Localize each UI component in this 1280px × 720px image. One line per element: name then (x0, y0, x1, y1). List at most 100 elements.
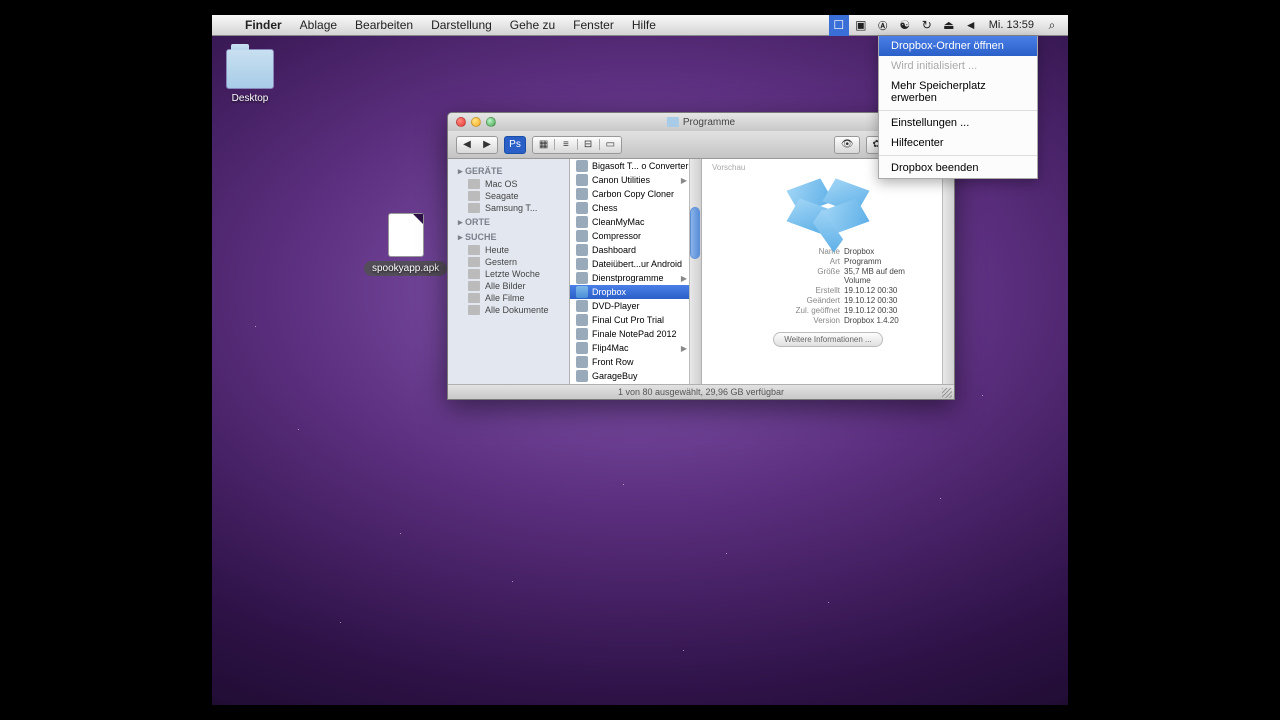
close-button[interactable] (456, 117, 466, 127)
file-item[interactable]: Dienstprogramme▶ (570, 271, 701, 285)
spotlight-icon[interactable]: ⌕ (1042, 18, 1062, 33)
preview-value: Programm (844, 257, 914, 266)
menu-hilfe[interactable]: Hilfe (623, 18, 665, 32)
view-switcher[interactable]: ▦≡⊟▭ (532, 136, 622, 154)
file-name: Final Cut Pro Trial (592, 315, 664, 325)
dropbox-menu-preferences[interactable]: Einstellungen ... (879, 113, 1037, 133)
disclosure-arrow-icon: ▶ (681, 274, 687, 283)
file-name: Dropbox (592, 287, 626, 297)
file-item[interactable]: CleanMyMac (570, 215, 701, 229)
sidebar-item[interactable]: Alle Filme (448, 292, 569, 304)
menu-darstellung[interactable]: Darstellung (422, 18, 501, 32)
sidebar-item[interactable]: Mac OS (448, 178, 569, 190)
menu-fenster[interactable]: Fenster (564, 18, 623, 32)
file-item[interactable]: Chess (570, 201, 701, 215)
menubar-clock[interactable]: Mi. 13:59 (983, 19, 1040, 31)
sidebar-item[interactable]: Seagate (448, 190, 569, 202)
file-name: Canon Utilities (592, 175, 650, 185)
path-button[interactable]: Ps (504, 136, 526, 154)
sidebar-item-icon (468, 257, 480, 267)
file-name: Flip4Mac (592, 343, 629, 353)
preview-row: Geändert19.10.12 00:30 (712, 296, 944, 305)
preview-row: Erstellt19.10.12 00:30 (712, 286, 944, 295)
sidebar-item-label: Mac OS (485, 179, 518, 189)
sync-tray-icon[interactable]: ☯ (895, 18, 915, 32)
file-item[interactable]: Dateiübert...ur Android (570, 257, 701, 271)
sidebar-item[interactable]: Gestern (448, 256, 569, 268)
sidebar-item[interactable]: Samsung T... (448, 202, 569, 214)
file-item[interactable]: Dashboard (570, 243, 701, 257)
more-info-button[interactable]: Weitere Informationen ... (773, 332, 882, 347)
file-item[interactable]: Dropbox (570, 285, 701, 299)
preview-value: Dropbox (844, 247, 914, 256)
menu-gehe-zu[interactable]: Gehe zu (501, 18, 564, 32)
file-item[interactable]: GarageBuy (570, 369, 701, 383)
finder-preview: Vorschau NameDropboxArtProgrammGröße35,7… (702, 159, 954, 384)
scrollbar[interactable] (689, 159, 701, 384)
file-item[interactable]: Bigasoft T... o Converter (570, 159, 701, 173)
scroll-thumb[interactable] (690, 207, 700, 259)
dropbox-menu-quit[interactable]: Dropbox beenden (879, 158, 1037, 178)
app-icon (576, 216, 588, 228)
sidebar-section-head[interactable]: ▸ ORTE (448, 214, 569, 229)
menubar: Finder Ablage Bearbeiten Darstellung Geh… (212, 15, 1068, 36)
menu-ablage[interactable]: Ablage (291, 18, 346, 32)
file-name: Bigasoft T... o Converter (592, 161, 688, 171)
dropbox-tray-icon[interactable]: ☐ (829, 15, 849, 36)
preview-value: 35,7 MB auf dem Volume (844, 267, 914, 285)
sidebar-section-head[interactable]: ▸ SUCHE (448, 229, 569, 244)
sidebar-item-icon (468, 191, 480, 201)
resize-handle[interactable] (942, 388, 952, 398)
preview-key: Geändert (807, 296, 840, 305)
file-item[interactable]: Finale NotePad 2012 (570, 327, 701, 341)
sidebar-item-label: Alle Filme (485, 293, 525, 303)
file-item[interactable]: DVD-Player (570, 299, 701, 313)
sidebar-item-label: Samsung T... (485, 203, 537, 213)
menu-bearbeiten[interactable]: Bearbeiten (346, 18, 422, 32)
eject-tray-icon[interactable]: ⏏ (939, 18, 959, 32)
sidebar-item-label: Alle Dokumente (485, 305, 549, 315)
file-item[interactable]: Final Cut Pro Trial (570, 313, 701, 327)
dropbox-menu-open-folder[interactable]: Dropbox-Ordner öffnen (879, 36, 1037, 56)
display-tray-icon[interactable]: ▣ (851, 18, 871, 32)
sidebar-section-head[interactable]: ▸ GERÄTE (448, 163, 569, 178)
preview-row: Zul. geöffnet19.10.12 00:30 (712, 306, 944, 315)
sidebar-item[interactable]: Letzte Woche (448, 268, 569, 280)
finder-sidebar: ▸ GERÄTEMac OS Seagate Samsung T...▸ ORTE▸… (448, 159, 570, 384)
desktop-file-apk[interactable]: spookyapp.apk (364, 213, 447, 276)
dropbox-app-icon (792, 179, 864, 239)
file-item[interactable]: Flip4Mac▶ (570, 341, 701, 355)
zoom-button[interactable] (486, 117, 496, 127)
preview-heading: Vorschau (712, 163, 745, 172)
dropbox-menu-initializing: Wird initialisiert ... (879, 56, 1037, 76)
app-icon (576, 258, 588, 270)
preview-row: VersionDropbox 1.4.20 (712, 316, 944, 325)
sidebar-item[interactable]: Heute (448, 244, 569, 256)
sidebar-item[interactable]: Alle Bilder (448, 280, 569, 292)
file-item[interactable]: Canon Utilities ▶ (570, 173, 701, 187)
sidebar-item-label: Seagate (485, 191, 519, 201)
desktop-folder-label: Desktop (226, 93, 274, 104)
app-menu[interactable]: Finder (236, 18, 291, 32)
file-item[interactable]: Compressor (570, 229, 701, 243)
nav-back-forward[interactable]: ◀▶ (456, 136, 498, 154)
dropbox-menu-more-space[interactable]: Mehr Speicherplatz erwerben (879, 76, 1037, 108)
timemachine-tray-icon[interactable]: ↻ (917, 18, 937, 32)
menu-separator (879, 155, 1037, 156)
file-item[interactable]: Carbon Copy Cloner (570, 187, 701, 201)
desktop-folder[interactable]: Desktop (226, 49, 274, 104)
app-icon (576, 356, 588, 368)
disclosure-arrow-icon: ▶ (681, 176, 687, 185)
file-item[interactable]: Front Row (570, 355, 701, 369)
menubar-tray: ☐ ▣ Ⓐ ☯ ↻ ⏏ ◄ Mi. 13:59 ⌕ (829, 15, 1068, 36)
sidebar-item[interactable]: Alle Dokumente (448, 304, 569, 316)
app-icon (576, 272, 588, 284)
quicklook-button[interactable]: 👁 (834, 136, 860, 154)
preview-key: Art (830, 257, 840, 266)
volume-tray-icon[interactable]: ◄ (961, 18, 981, 32)
sidebar-item-icon (468, 179, 480, 189)
scrollbar[interactable] (942, 159, 954, 384)
dropbox-menu-helpcenter[interactable]: Hilfecenter (879, 133, 1037, 153)
adobe-tray-icon[interactable]: Ⓐ (873, 19, 893, 32)
minimize-button[interactable] (471, 117, 481, 127)
